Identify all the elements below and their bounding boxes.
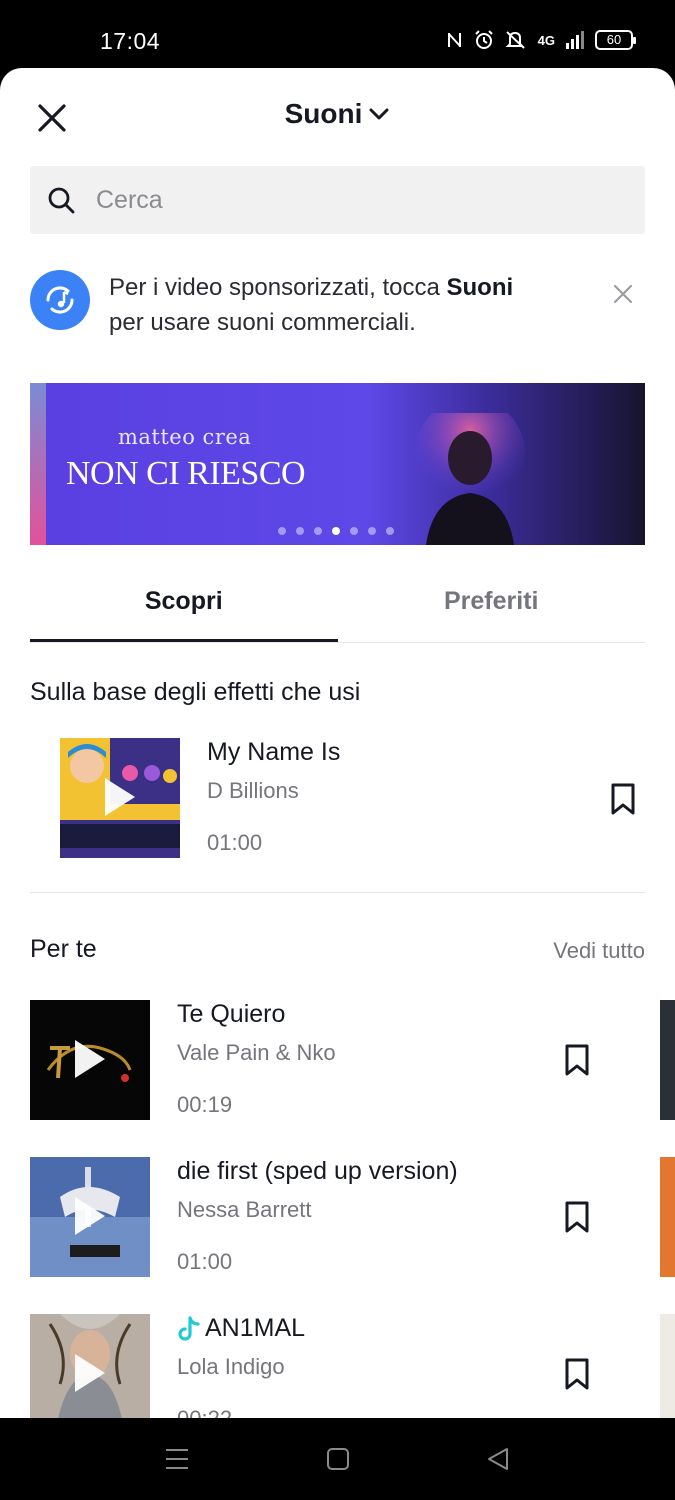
- status-time: 17:04: [100, 28, 161, 54]
- track-cover[interactable]: [30, 1314, 150, 1418]
- track-title: AN1MAL: [205, 1314, 306, 1342]
- back-icon[interactable]: [486, 1446, 510, 1472]
- bookmark-icon[interactable]: [562, 1200, 592, 1234]
- tab-bar: Scopri Preferiti: [30, 573, 645, 643]
- track-duration: 01:00: [207, 830, 263, 855]
- pagination-dot: [314, 527, 322, 535]
- pagination-dot: [350, 527, 358, 535]
- next-column-peek: [660, 1314, 675, 1418]
- mute-icon: [505, 31, 525, 49]
- track-duration: 01:00: [177, 1249, 233, 1274]
- tab-scopri[interactable]: Scopri: [30, 573, 338, 642]
- promo-banner[interactable]: matteo crea NON CI RIESCO: [30, 383, 645, 545]
- search-input[interactable]: [96, 185, 616, 215]
- sounds-dropdown[interactable]: Suoni: [0, 98, 675, 130]
- pagination-dot: [278, 527, 286, 535]
- banner-title: NON CI RIESCO: [66, 455, 306, 492]
- next-column-peek: [660, 1157, 675, 1277]
- track-duration: 00:19: [177, 1092, 233, 1117]
- header: Suoni: [0, 68, 675, 163]
- next-column-peek: [660, 1000, 675, 1120]
- divider: [30, 892, 645, 893]
- battery-icon: 60: [595, 30, 636, 50]
- notice-text-part: Per i video sponsorizzati, tocca: [109, 274, 447, 301]
- banner-pagination: [278, 527, 394, 535]
- search-bar[interactable]: [30, 166, 645, 234]
- page-title: Suoni: [284, 98, 363, 129]
- track-title-row: AN1MAL: [177, 1314, 305, 1343]
- track-cover[interactable]: [60, 738, 180, 858]
- play-icon: [75, 1040, 105, 1078]
- track-cover[interactable]: [30, 1000, 150, 1120]
- for-you-title: Per te: [30, 935, 97, 963]
- notice-text-part: per usare suoni commerciali.: [109, 309, 416, 336]
- system-nav-bar: [0, 1418, 675, 1500]
- nfc-icon: [447, 33, 461, 47]
- track-title: die first (sped up version): [177, 1157, 458, 1185]
- track-artist: D Billions: [207, 778, 299, 803]
- bookmark-icon[interactable]: [562, 1043, 592, 1077]
- track-artist: Nessa Barrett: [177, 1197, 312, 1222]
- banner-prev-peek: [30, 383, 46, 545]
- notice-text-bold: Suoni: [446, 274, 514, 301]
- bookmark-icon[interactable]: [562, 1357, 592, 1391]
- pagination-dot: [332, 527, 340, 535]
- track-duration: 00:22: [177, 1406, 232, 1418]
- track-artist: Lola Indigo: [177, 1354, 285, 1379]
- play-icon: [75, 1197, 105, 1235]
- pagination-dot: [296, 527, 304, 535]
- pagination-dot: [386, 527, 394, 535]
- banner-artist: matteo crea: [118, 425, 252, 449]
- menu-icon[interactable]: [164, 1446, 190, 1472]
- bookmark-icon[interactable]: [608, 782, 638, 816]
- status-bar: 17:04 4G 60: [0, 0, 675, 70]
- status-icons: 4G 60: [446, 30, 636, 50]
- commercial-sound-icon: [30, 270, 90, 330]
- tiktok-note-icon: [178, 1315, 200, 1341]
- notice-text: Per i video sponsorizzati, tocca Suoni p…: [109, 270, 589, 340]
- home-icon[interactable]: [326, 1446, 350, 1472]
- network-label: 4G: [537, 32, 555, 48]
- search-icon: [48, 187, 75, 214]
- see-all-link[interactable]: Vedi tutto: [553, 938, 645, 964]
- sponsored-notice: Per i video sponsorizzati, tocca Suoni p…: [30, 268, 645, 348]
- track-title: Te Quiero: [177, 1000, 286, 1028]
- pagination-dot: [368, 527, 376, 535]
- chevron-down-icon: [369, 108, 389, 120]
- track-cover[interactable]: [30, 1157, 150, 1277]
- battery-level: 60: [606, 32, 622, 47]
- alarm-icon: [474, 30, 493, 49]
- play-icon: [75, 1354, 105, 1392]
- effects-section-title: Sulla base degli effetti che usi: [30, 678, 361, 706]
- list-item[interactable]: die first (sped up version) Nessa Barret…: [30, 1157, 615, 1277]
- list-item[interactable]: AN1MAL Lola Indigo 00:22: [30, 1314, 615, 1418]
- play-icon: [105, 778, 135, 816]
- tab-preferiti[interactable]: Preferiti: [338, 573, 646, 642]
- sounds-sheet: Suoni Per i video sponsorizzati, tocca S…: [0, 68, 675, 1418]
- track-title: My Name Is: [207, 738, 341, 766]
- list-item[interactable]: Te Quiero Vale Pain & Nko 00:19: [30, 1000, 615, 1120]
- signal-icon: [566, 31, 584, 49]
- dismiss-notice-icon[interactable]: [611, 282, 635, 306]
- track-artist: Vale Pain & Nko: [177, 1040, 336, 1065]
- list-item[interactable]: My Name Is D Billions 01:00: [60, 738, 645, 858]
- banner-artist-photo: [415, 413, 525, 545]
